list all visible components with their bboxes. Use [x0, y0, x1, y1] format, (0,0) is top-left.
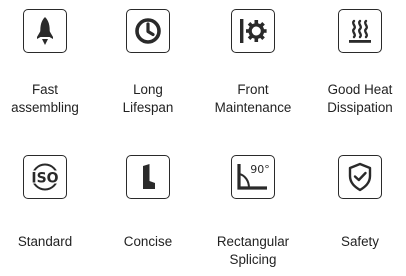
- feature-label-fast-assembling: Fast assembling: [0, 81, 97, 117]
- feature-icon-box-concise: [126, 155, 170, 199]
- angle-text: 90°: [250, 163, 270, 176]
- feature-icon-box-fast-assembling: [23, 9, 67, 53]
- feature-label-line: Dissipation: [327, 100, 393, 115]
- feature-label-front-maintenance: Front Maintenance: [201, 81, 305, 117]
- l-profile-icon: [143, 164, 155, 189]
- feature-label-standard: Standard: [0, 233, 97, 251]
- feature-icon-box-long-lifespan: [126, 9, 170, 53]
- feature-label-safety: Safety: [308, 233, 406, 251]
- iso-standard-icon: ISO: [29, 163, 61, 191]
- right-angle-icon: 90°: [237, 163, 270, 190]
- heat-dissipation-icon: [349, 19, 371, 43]
- feature-label-line: Splicing: [229, 252, 277, 267]
- feature-label-line: Concise: [123, 234, 173, 249]
- feature-label-line: assembling: [11, 100, 79, 115]
- feature-icon-box-good-heat-dissipation: [338, 9, 382, 53]
- feature-label-line: Safety: [341, 234, 379, 249]
- feature-label-line: Front: [237, 82, 269, 97]
- feature-icon-box-front-maintenance: [231, 9, 275, 53]
- feature-label-line: Rectangular: [216, 234, 290, 249]
- front-maintenance-gear-icon: [240, 19, 267, 43]
- rocket-icon: [37, 17, 53, 45]
- feature-label-line: Maintenance: [214, 100, 292, 115]
- feature-icon-box-standard: ISO: [23, 155, 67, 199]
- iso-text: ISO: [31, 171, 58, 187]
- feature-icon-box-rectangular-splicing: 90°: [231, 155, 275, 199]
- feature-label-good-heat-dissipation: Good Heat Dissipation: [308, 81, 406, 117]
- feature-label-line: Long: [133, 82, 163, 97]
- feature-label-line: Lifespan: [122, 100, 174, 115]
- feature-label-line: Fast: [31, 82, 59, 97]
- clock-icon: [135, 18, 161, 44]
- feature-label-long-lifespan: Long Lifespan: [96, 81, 200, 117]
- feature-label-concise: Concise: [96, 233, 200, 251]
- feature-label-line: Good Heat: [327, 82, 393, 97]
- shield-check-icon: [348, 162, 372, 192]
- feature-icon-box-safety: [338, 155, 382, 199]
- feature-label-rectangular-splicing: Rectangular Splicing: [201, 233, 305, 269]
- feature-label-line: Standard: [17, 234, 73, 249]
